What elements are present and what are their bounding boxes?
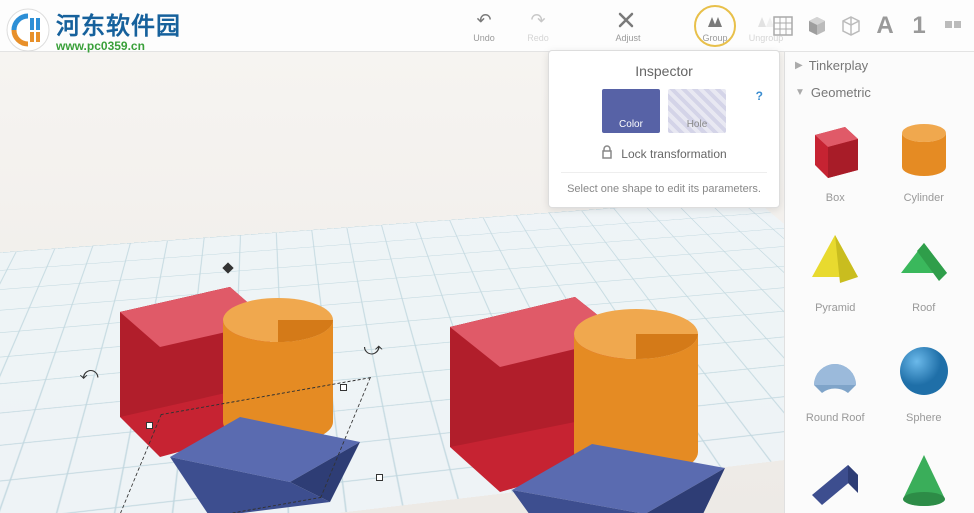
shape-pyramid[interactable]: Pyramid	[793, 220, 878, 328]
inspector-title: Inspector	[561, 63, 767, 79]
shape-label: Cylinder	[904, 192, 944, 204]
shape-label: Box	[826, 192, 845, 204]
lock-label: Lock transformation	[621, 147, 726, 161]
group-icon	[705, 10, 725, 32]
color-swatch[interactable]: Color	[602, 89, 660, 133]
box-icon	[795, 110, 875, 190]
cone-icon	[884, 440, 964, 513]
view-cube-wire-icon[interactable]	[838, 13, 864, 39]
shape-round-roof[interactable]: Round Roof	[793, 330, 878, 438]
resize-handle[interactable]	[376, 474, 383, 481]
inspector-panel: Inspector Color Hole ? Lock transformati…	[548, 50, 780, 208]
shape-group-selected[interactable]: ⤺ ⤻ ⤾	[90, 242, 390, 513]
resize-handle[interactable]	[146, 422, 153, 429]
shape-sphere[interactable]: Sphere	[882, 330, 967, 438]
shapes-panel: 〉 ▶ Tinkerplay ▼ Geometric Box Cylinder …	[784, 52, 974, 513]
group-label: Group	[702, 33, 727, 43]
view-cube-solid-icon[interactable]	[804, 13, 830, 39]
shape-label: Pyramid	[815, 302, 855, 314]
wedge-icon	[795, 440, 875, 513]
round-roof-icon	[795, 330, 875, 410]
adjust-button[interactable]: Adjust	[604, 2, 652, 50]
shape-label: Round Roof	[806, 412, 865, 424]
shape-box[interactable]: Box	[793, 110, 878, 218]
roof-icon	[884, 220, 964, 300]
watermark-title: 河东软件园	[56, 6, 181, 41]
sphere-icon	[884, 330, 964, 410]
adjust-icon	[618, 10, 638, 32]
rotate-handle-left[interactable]: ⤺	[78, 362, 100, 384]
text-tool-icon[interactable]: A	[872, 13, 898, 39]
lock-icon	[601, 145, 613, 162]
watermark: 河东软件园 www.pc0359.cn	[6, 6, 181, 53]
category-tinkerplay[interactable]: ▶ Tinkerplay	[785, 52, 974, 79]
category-label: Tinkerplay	[809, 58, 868, 73]
workplane-icon[interactable]	[770, 13, 796, 39]
watermark-logo-icon	[6, 8, 50, 52]
category-label: Geometric	[811, 85, 871, 100]
shape-cone[interactable]: Cone	[882, 440, 967, 513]
undo-label: Undo	[473, 33, 495, 43]
shape-group[interactable]	[420, 262, 760, 513]
category-geometric[interactable]: ▼ Geometric	[785, 79, 974, 106]
help-icon[interactable]: ?	[756, 89, 763, 103]
shape-wedge[interactable]: Wedge	[793, 440, 878, 513]
group-button[interactable]: Group	[694, 5, 736, 47]
undo-icon: ↶	[476, 10, 491, 32]
shape-cylinder[interactable]: Cylinder	[882, 110, 967, 218]
more-icon[interactable]	[940, 13, 966, 39]
lock-transformation-toggle[interactable]: Lock transformation	[561, 145, 767, 162]
toolbar-right: A 1	[770, 0, 966, 52]
params-hint: Select one shape to edit its parameters.	[561, 172, 767, 195]
redo-icon: ↷	[530, 10, 545, 32]
adjust-label: Adjust	[615, 33, 640, 43]
cylinder-icon	[884, 110, 964, 190]
shape-label: Roof	[912, 302, 935, 314]
rotate-handle-right[interactable]: ⤻	[362, 338, 384, 360]
undo-button[interactable]: ↶ Undo	[460, 2, 508, 50]
chevron-down-icon: ▼	[795, 87, 805, 98]
resize-handle[interactable]	[340, 384, 347, 391]
hole-swatch[interactable]: Hole	[668, 89, 726, 133]
shapes-grid: Box Cylinder Pyramid Roof Round Roof	[785, 106, 974, 513]
number-tool-icon[interactable]: 1	[906, 13, 932, 39]
shape-label: Sphere	[906, 412, 941, 424]
watermark-url: www.pc0359.cn	[56, 39, 181, 53]
redo-label: Redo	[527, 33, 549, 43]
pyramid-icon	[795, 220, 875, 300]
shape-roof[interactable]: Roof	[882, 220, 967, 328]
redo-button[interactable]: ↷ Redo	[514, 2, 562, 50]
toolbar-center: ↶ Undo ↷ Redo Adjust Group Ungroup	[460, 0, 790, 52]
panel-collapse-handle[interactable]: 〉	[784, 292, 785, 342]
chevron-right-icon: ▶	[795, 60, 803, 71]
